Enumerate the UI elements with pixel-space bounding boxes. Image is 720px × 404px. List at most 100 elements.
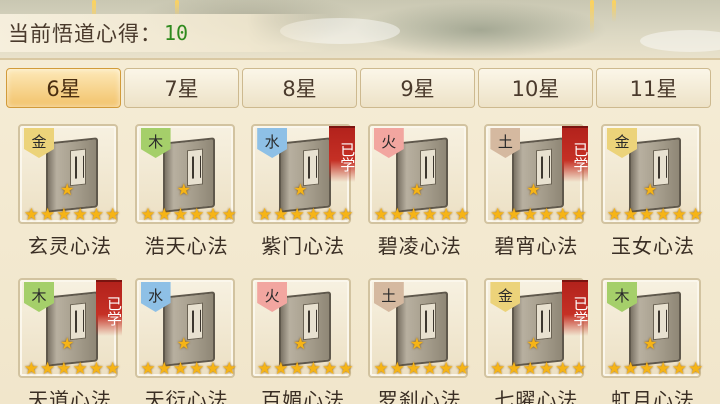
book-star-icon: ★: [293, 334, 308, 353]
skill-card[interactable]: ★ 水已学 ★ ★ ★ ★ ★ ★ 紫门心法: [251, 124, 356, 264]
skill-name: 碧宵心法: [494, 234, 579, 258]
star-rating: ★ ★ ★ ★ ★ ★: [139, 206, 239, 224]
tab-star-5[interactable]: 11星: [596, 68, 711, 108]
star-icon: ★: [373, 205, 389, 225]
star-icon: ★: [373, 359, 389, 379]
skill-card[interactable]: ★ 木已学 ★ ★ ★ ★ ★ ★ 天道心法: [18, 278, 123, 404]
tab-star-3[interactable]: 9星: [360, 68, 475, 108]
star-icon: ★: [522, 359, 538, 379]
star-rating: ★ ★ ★ ★ ★ ★: [139, 360, 239, 378]
skill-card[interactable]: ★ 水 ★ ★ ★ ★ ★ ★ 天衍心法: [134, 278, 239, 404]
light-ray: [590, 0, 594, 34]
skill-card[interactable]: ★ 木 ★ ★ ★ ★ ★ ★ 虹月心法: [601, 278, 705, 404]
star-icon: ★: [105, 359, 121, 379]
star-rating: ★ ★ ★ ★ ★ ★: [605, 206, 705, 224]
star-icon: ★: [422, 205, 438, 225]
book-star-icon: ★: [60, 334, 75, 353]
star-icon: ★: [490, 359, 506, 379]
tab-star-0[interactable]: 6星: [6, 68, 121, 108]
book-star-icon: ★: [293, 180, 308, 199]
star-rating: ★ ★ ★ ★ ★ ★: [488, 206, 588, 224]
star-rating: ★ ★ ★ ★ ★ ★: [255, 206, 355, 224]
star-icon: ★: [522, 205, 538, 225]
tab-star-4[interactable]: 10星: [478, 68, 593, 108]
star-rating: ★ ★ ★ ★ ★ ★: [372, 360, 472, 378]
cloud-decoration: [640, 30, 720, 52]
star-icon: ★: [571, 359, 587, 379]
tab-star-2[interactable]: 8星: [242, 68, 357, 108]
star-icon: ★: [538, 359, 555, 379]
star-icon: ★: [422, 359, 438, 379]
skill-card[interactable]: ★ 土 ★ ★ ★ ★ ★ ★ 罗刹心法: [367, 278, 472, 404]
star-icon: ★: [256, 359, 273, 379]
star-icon: ★: [189, 205, 205, 225]
star-icon: ★: [490, 205, 506, 225]
star-icon: ★: [23, 205, 39, 225]
skill-name: 玄灵心法: [28, 234, 112, 258]
star-rating: ★ ★ ★ ★ ★ ★: [605, 360, 705, 378]
star-icon: ★: [389, 205, 406, 225]
star-icon: ★: [606, 359, 622, 379]
star-icon: ★: [140, 205, 156, 225]
skill-name: 天衍心法: [144, 388, 229, 404]
skill-card[interactable]: ★ 木 ★ ★ ★ ★ ★ ★ 浩天心法: [134, 124, 239, 264]
star-icon: ★: [40, 359, 56, 379]
skill-card[interactable]: ★ 土已学 ★ ★ ★ ★ ★ ★ 碧宵心法: [484, 124, 589, 264]
star-icon: ★: [273, 359, 289, 379]
star-icon: ★: [623, 205, 639, 225]
star-icon: ★: [571, 205, 587, 225]
star-icon: ★: [221, 205, 237, 225]
skill-name: 罗刹心法: [377, 388, 462, 404]
skill-name: 玉女心法: [611, 234, 695, 258]
skill-icon-frame: ★ 木 ★ ★ ★ ★ ★ ★: [601, 278, 703, 378]
skill-icon-frame: ★ 金已学 ★ ★ ★ ★ ★ ★: [484, 278, 589, 378]
star-icon: ★: [140, 359, 156, 379]
learned-tag: 已学: [96, 280, 123, 336]
star-rating: ★ ★ ★ ★ ★ ★: [22, 206, 122, 224]
star-icon: ★: [205, 205, 221, 225]
skill-card[interactable]: ★ 金已学 ★ ★ ★ ★ ★ ★ 七曜心法: [484, 278, 589, 404]
book-star-icon: ★: [176, 334, 191, 353]
star-icon: ★: [23, 359, 39, 379]
skill-name: 浩天心法: [144, 234, 229, 258]
skill-icon-frame: ★ 火 ★ ★ ★ ★ ★ ★: [367, 124, 471, 225]
star-tab-bar: 6星 7星 8星 9星 10星 11星: [6, 68, 714, 108]
star-icon: ★: [289, 205, 305, 225]
star-icon: ★: [606, 205, 622, 225]
star-icon: ★: [105, 205, 121, 225]
learned-tag: 已学: [329, 126, 356, 182]
star-rating: ★ ★ ★ ★ ★ ★: [488, 360, 588, 378]
book-star-icon: ★: [526, 334, 541, 353]
skill-icon-frame: ★ 金 ★ ★ ★ ★ ★ ★: [601, 124, 703, 224]
skill-name: 虹月心法: [611, 388, 695, 404]
skill-card[interactable]: ★ 火 ★ ★ ★ ★ ★ ★ 碧凌心法: [367, 124, 472, 264]
learned-tag: 已学: [562, 126, 589, 182]
star-icon: ★: [172, 359, 189, 379]
star-icon: ★: [406, 205, 422, 225]
skill-name: 天道心法: [28, 388, 112, 404]
tab-star-1[interactable]: 7星: [124, 68, 239, 108]
skill-card[interactable]: ★ 金 ★ ★ ★ ★ ★ ★ 玄灵心法: [18, 124, 122, 264]
star-icon: ★: [221, 359, 237, 379]
skill-icon-frame: ★ 水 ★ ★ ★ ★ ★ ★: [134, 278, 237, 378]
learned-tag: 已学: [562, 280, 589, 336]
star-icon: ★: [639, 359, 655, 379]
star-rating: ★ ★ ★ ★ ★ ★: [22, 360, 122, 378]
star-icon: ★: [338, 359, 354, 379]
skill-icon-frame: ★ 木已学 ★ ★ ★ ★ ★ ★: [18, 278, 123, 378]
book-star-icon: ★: [643, 334, 658, 353]
star-icon: ★: [273, 205, 289, 225]
book-star-icon: ★: [643, 180, 658, 199]
skill-card[interactable]: ★ 火 ★ ★ ★ ★ ★ ★ 百媚心法: [251, 278, 355, 404]
star-icon: ★: [671, 359, 687, 379]
skill-icon-frame: ★ 水已学 ★ ★ ★ ★ ★ ★: [251, 124, 356, 224]
star-icon: ★: [56, 205, 72, 225]
book-star-icon: ★: [176, 180, 191, 199]
star-icon: ★: [555, 205, 571, 225]
star-icon: ★: [438, 359, 454, 379]
skill-card[interactable]: ★ 金 ★ ★ ★ ★ ★ ★ 玉女心法: [601, 124, 705, 264]
book-star-icon: ★: [60, 180, 75, 199]
star-icon: ★: [506, 359, 522, 379]
star-icon: ★: [454, 205, 471, 225]
skill-panel: 6星 7星 8星 9星 10星 11星 ★ 金 ★ ★ ★ ★ ★ ★ 玄灵心法 ★ 木 ★ ★ ★ ★ ★ ★ 浩天心法 ★…: [0, 58, 720, 404]
